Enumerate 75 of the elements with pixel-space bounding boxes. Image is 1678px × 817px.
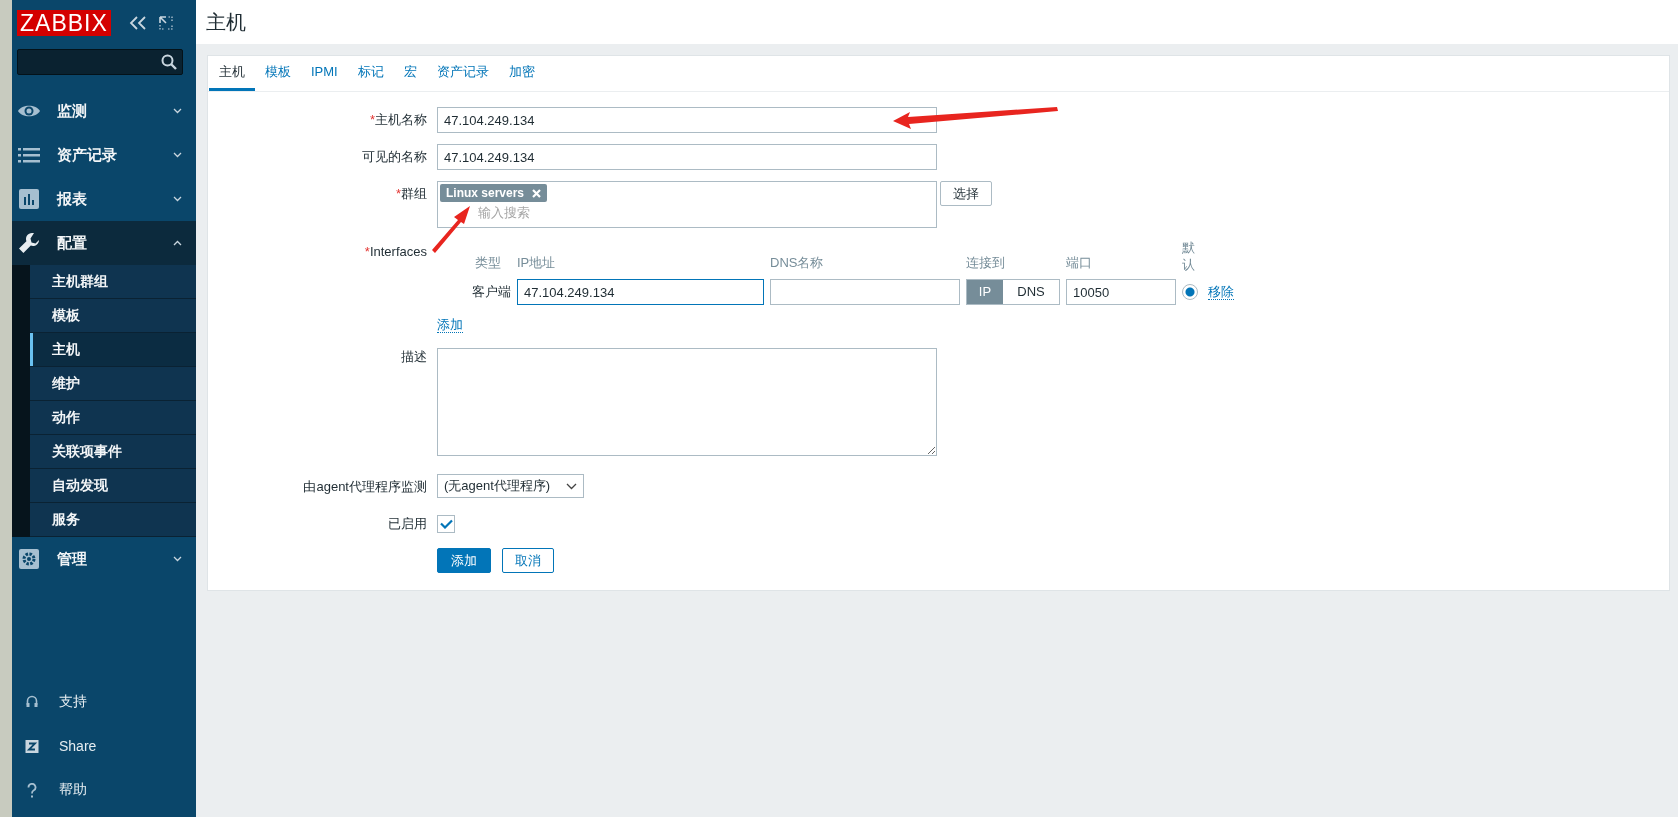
collapse-icon[interactable] <box>128 16 147 30</box>
proxy-dropdown[interactable]: (无agent代理程序) <box>437 474 584 498</box>
remove-icon[interactable] <box>532 188 542 198</box>
column-header: 默认 <box>1182 239 1196 273</box>
remove-link[interactable]: 移除 <box>1208 284 1234 300</box>
menu-item[interactable]: 配置 <box>12 221 196 265</box>
tab[interactable]: 标记 <box>347 56 394 91</box>
submenu-item[interactable]: 主机群组 <box>30 265 196 299</box>
ip-field[interactable]: 47.104.249.134 <box>517 279 764 305</box>
input-field[interactable]: 47.104.249.134 <box>437 107 937 133</box>
tab[interactable]: 宏 <box>393 56 427 91</box>
eye-icon <box>17 103 41 119</box>
field-label: 由agent代理程序监测 <box>302 478 428 496</box>
checkbox[interactable] <box>437 515 455 533</box>
select-button[interactable]: 选择 <box>940 181 992 206</box>
chevron-icon <box>173 196 182 202</box>
tab[interactable]: 模板 <box>255 56 301 91</box>
list-icon <box>17 147 41 163</box>
column-header: 连接到 <box>966 254 1006 272</box>
search-icon[interactable] <box>161 54 177 70</box>
bar-chart-icon <box>17 189 41 209</box>
chevron-icon <box>173 240 182 246</box>
submenu-item[interactable]: 服务 <box>30 503 196 537</box>
annotation-arrow <box>432 206 470 253</box>
field-label: *Interfaces <box>364 243 427 261</box>
fullscreen-icon[interactable] <box>158 16 173 30</box>
gear-icon <box>17 549 41 569</box>
column-header: 端口 <box>1066 254 1093 272</box>
add-link[interactable]: 添加 <box>437 317 463 333</box>
tab[interactable]: IPMI <box>301 56 348 91</box>
z-icon <box>25 739 39 753</box>
form-button[interactable]: 添加 <box>437 548 491 573</box>
chevron-icon <box>173 108 182 114</box>
menu-item[interactable]: 监测 <box>12 89 196 133</box>
chevron-icon <box>566 482 577 490</box>
help-icon <box>25 782 39 798</box>
field-label: *群组 <box>394 185 428 203</box>
group-tag: Linux servers <box>440 184 548 202</box>
port-field[interactable]: 10050 <box>1066 279 1176 305</box>
logo[interactable]: ZABBIX <box>17 10 111 36</box>
interface-type: 客户端 <box>471 283 511 301</box>
field-label: 已启用 <box>387 515 428 533</box>
submenu-item[interactable]: 自动发现 <box>30 469 196 503</box>
headset-icon <box>25 695 39 709</box>
description-field[interactable] <box>437 348 937 456</box>
submenu-item[interactable]: 主机 <box>30 333 196 367</box>
menu-item[interactable]: 报表 <box>12 177 196 221</box>
column-header: 类型 <box>474 254 502 272</box>
column-header: DNS名称 <box>770 254 825 272</box>
sidebar-link[interactable]: 支持 <box>12 680 196 724</box>
tab[interactable]: 主机 <box>209 56 255 91</box>
menu-item[interactable]: 资产记录 <box>12 133 196 177</box>
field-label: *主机名称 <box>368 111 428 129</box>
input-field[interactable]: 47.104.249.134 <box>437 144 937 170</box>
page-title: 主机 <box>206 9 246 35</box>
field-label: 描述 <box>400 348 428 366</box>
submenu-item[interactable]: 关联项事件 <box>30 435 196 469</box>
submenu-item[interactable]: 动作 <box>30 401 196 435</box>
tab[interactable]: 资产记录 <box>426 56 499 91</box>
menu-item[interactable]: 管理 <box>12 537 196 581</box>
wrench-icon <box>17 232 41 254</box>
sidebar-link[interactable]: 帮助 <box>12 768 196 812</box>
submenu-item[interactable]: 模板 <box>30 299 196 333</box>
segment-option[interactable]: DNS <box>1003 280 1059 304</box>
chevron-icon <box>173 152 182 158</box>
search-field[interactable] <box>17 49 183 75</box>
submenu-item[interactable]: 维护 <box>30 367 196 401</box>
sidebar-link[interactable]: Share <box>12 724 196 768</box>
column-header: IP地址 <box>517 254 557 272</box>
dns-field[interactable] <box>770 279 960 305</box>
field-label: 可见的名称 <box>361 148 428 166</box>
chevron-icon <box>173 556 182 562</box>
radio-button[interactable] <box>1182 284 1198 300</box>
tab[interactable]: 加密 <box>498 56 545 91</box>
form-button[interactable]: 取消 <box>502 548 554 573</box>
